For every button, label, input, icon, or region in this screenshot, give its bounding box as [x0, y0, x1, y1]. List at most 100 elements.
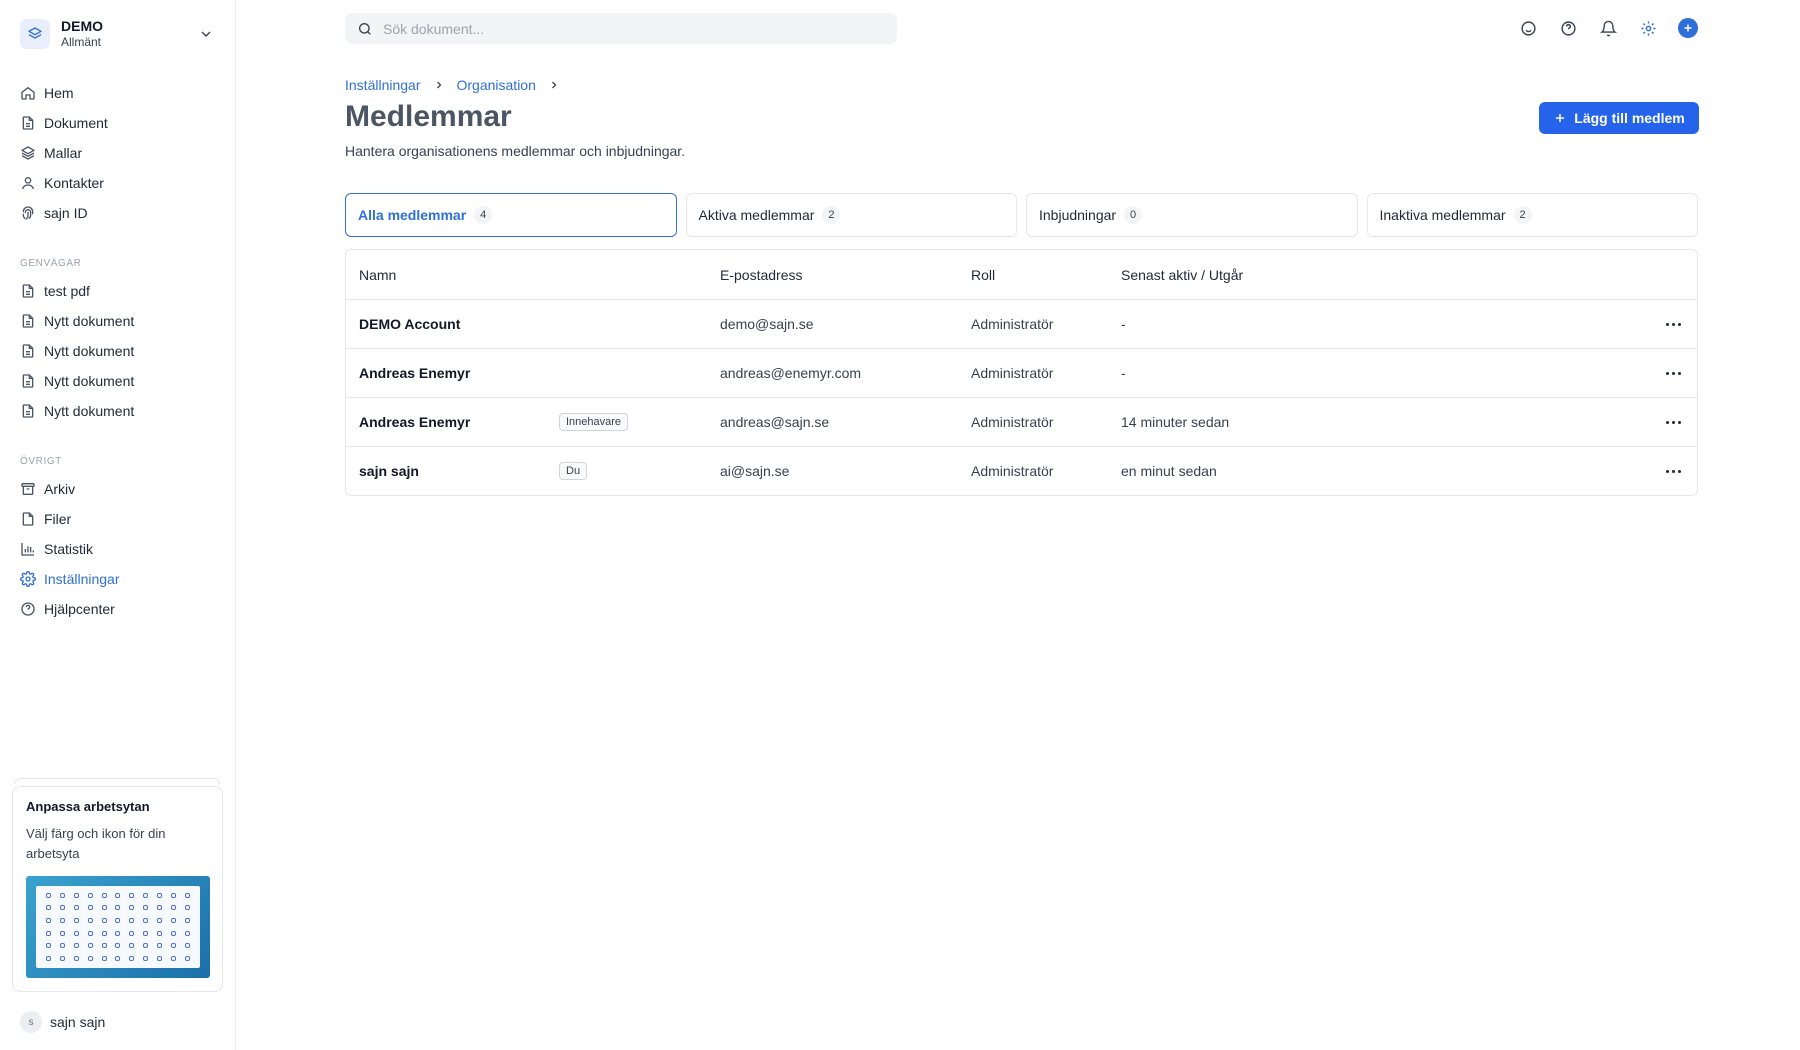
- fingerprint-icon: [22, 206, 34, 220]
- members-table: Namn E-postadress Roll Senast aktiv / Ut…: [345, 249, 1698, 496]
- avatar: s: [20, 1011, 42, 1033]
- tab-count-badge: 0: [1124, 206, 1143, 224]
- shortcut-item[interactable]: Nytt dokument: [20, 396, 220, 426]
- icon-picker-preview-image: [26, 876, 210, 978]
- workspace-switcher[interactable]: DEMO Allmänt: [20, 16, 216, 52]
- create-new-button[interactable]: [1678, 18, 1698, 38]
- help-circle-icon[interactable]: [1558, 18, 1578, 38]
- member-name: Andreas Enemyr: [359, 365, 471, 381]
- column-header-role[interactable]: Roll: [971, 250, 995, 299]
- sidebar-item-help-center[interactable]: Hjälpcenter: [20, 594, 220, 624]
- more-actions-button[interactable]: [1666, 447, 1681, 495]
- bar-chart-icon: [21, 543, 34, 556]
- member-last-active: 14 minuter sedan: [1121, 414, 1230, 430]
- sidebar-item-contacts[interactable]: Kontakter: [20, 168, 220, 198]
- top-toolbar: [1518, 18, 1698, 38]
- plus-icon: [1678, 18, 1698, 38]
- home-icon: [21, 86, 35, 100]
- user-menu[interactable]: s sajn sajn: [20, 1010, 105, 1034]
- more-horizontal-icon: [1666, 469, 1681, 473]
- smiley-icon[interactable]: [1518, 18, 1538, 38]
- column-header-email[interactable]: E-postadress: [720, 250, 802, 299]
- shortcuts-nav: test pdf Nytt dokument Nytt dokument Nyt…: [20, 276, 220, 426]
- sidebar-item-statistics[interactable]: Statistik: [20, 534, 220, 564]
- tab-label: Alla medlemmar: [358, 207, 467, 223]
- tab-count-badge: 4: [474, 206, 493, 224]
- more-actions-button[interactable]: [1666, 300, 1681, 348]
- member-role: Administratör: [971, 316, 1054, 332]
- more-horizontal-icon: [1666, 371, 1681, 375]
- breadcrumb-organisation[interactable]: Organisation: [457, 77, 536, 93]
- sidebar-item-archive[interactable]: Arkiv: [20, 474, 220, 504]
- member-name: Andreas Enemyr: [359, 414, 471, 430]
- main-nav: Hem Dokument Mallar Kontakter sajn ID: [20, 78, 220, 228]
- workspace-name: DEMO: [61, 18, 103, 34]
- column-header-last-active[interactable]: Senast aktiv / Utgår: [1121, 250, 1243, 299]
- sidebar-item-label: sajn ID: [44, 205, 88, 221]
- tab-invitations[interactable]: Inbjudningar 0: [1026, 193, 1358, 237]
- promo-card-stack: [14, 778, 220, 784]
- column-header-name[interactable]: Namn: [359, 250, 396, 299]
- sidebar-item-sajn-id[interactable]: sajn ID: [20, 198, 220, 228]
- layers-icon: [21, 146, 35, 160]
- add-member-button[interactable]: Lägg till medlem: [1539, 102, 1699, 134]
- tab-label: Inbjudningar: [1039, 207, 1117, 223]
- tab-count-badge: 2: [1513, 206, 1532, 224]
- breadcrumb-settings[interactable]: Inställningar: [345, 77, 421, 93]
- sidebar-item-files[interactable]: Filer: [20, 504, 220, 534]
- shortcut-item[interactable]: Nytt dokument: [20, 366, 220, 396]
- chevron-down-icon[interactable]: [198, 26, 214, 42]
- document-icon: [22, 116, 34, 130]
- member-email: andreas@enemyr.com: [720, 365, 862, 381]
- sidebar-item-label: Hjälpcenter: [44, 601, 115, 617]
- sidebar-item-templates[interactable]: Mallar: [20, 138, 220, 168]
- more-actions-button[interactable]: [1666, 349, 1681, 397]
- sidebar-item-label: Arkiv: [44, 481, 76, 497]
- tab-active-members[interactable]: Aktiva medlemmar 2: [685, 193, 1017, 237]
- shortcut-item[interactable]: Nytt dokument: [20, 306, 220, 336]
- member-badge-cell: Innehavare: [559, 398, 629, 446]
- sidebar-item-documents[interactable]: Dokument: [20, 108, 220, 138]
- member-badge-cell: Du: [559, 447, 588, 495]
- member-name: sajn sajn: [359, 463, 419, 479]
- document-icon: [22, 284, 34, 298]
- bell-icon[interactable]: [1598, 18, 1618, 38]
- layers-icon: [20, 19, 50, 49]
- sidebar-item-label: Filer: [44, 511, 72, 527]
- document-icon: [22, 314, 34, 328]
- search-icon: [359, 22, 371, 35]
- shortcut-item[interactable]: Nytt dokument: [20, 336, 220, 366]
- chevron-right-icon: [433, 79, 445, 91]
- tab-label: Aktiva medlemmar: [698, 207, 815, 223]
- table-header: Namn E-postadress Roll Senast aktiv / Ut…: [346, 250, 1697, 299]
- promo-title: Anpassa arbetsytan: [26, 799, 150, 814]
- add-member-label: Lägg till medlem: [1574, 110, 1685, 126]
- member-tabs: Alla medlemmar 4 Aktiva medlemmar 2 Inbj…: [345, 193, 1698, 237]
- tab-label: Inaktiva medlemmar: [1379, 207, 1506, 223]
- plus-icon: [1556, 113, 1565, 123]
- user-name: sajn sajn: [50, 1014, 106, 1030]
- search-input[interactable]: [383, 20, 863, 37]
- sidebar-item-label: Kontakter: [44, 175, 104, 191]
- you-badge: Du: [559, 462, 588, 480]
- page-subtitle: Hantera organisationens medlemmar och in…: [345, 143, 686, 159]
- tab-all-members[interactable]: Alla medlemmar 4: [345, 193, 677, 237]
- page-title: Medlemmar: [345, 100, 512, 133]
- more-actions-button[interactable]: [1666, 398, 1681, 446]
- sidebar-item-label: Inställningar: [44, 571, 120, 587]
- more-horizontal-icon: [1666, 322, 1681, 326]
- member-last-active: -: [1121, 365, 1126, 381]
- search-bar[interactable]: [345, 13, 897, 44]
- tab-inactive-members[interactable]: Inaktiva medlemmar 2: [1366, 193, 1698, 237]
- member-last-active: en minut sedan: [1121, 463, 1217, 479]
- promo-description: Välj färg och ikon för din arbetsyta: [26, 826, 166, 861]
- shortcut-label: test pdf: [44, 283, 90, 299]
- customize-workspace-card[interactable]: Anpassa arbetsytan Välj färg och ikon fö…: [12, 786, 223, 992]
- member-role: Administratör: [971, 365, 1054, 381]
- member-role: Administratör: [971, 414, 1054, 430]
- gear-icon[interactable]: [1638, 18, 1658, 38]
- sidebar-item-settings[interactable]: Inställningar: [20, 564, 220, 594]
- shortcut-item[interactable]: test pdf: [20, 276, 220, 306]
- sidebar-item-home[interactable]: Hem: [20, 78, 220, 108]
- document-icon: [22, 404, 34, 418]
